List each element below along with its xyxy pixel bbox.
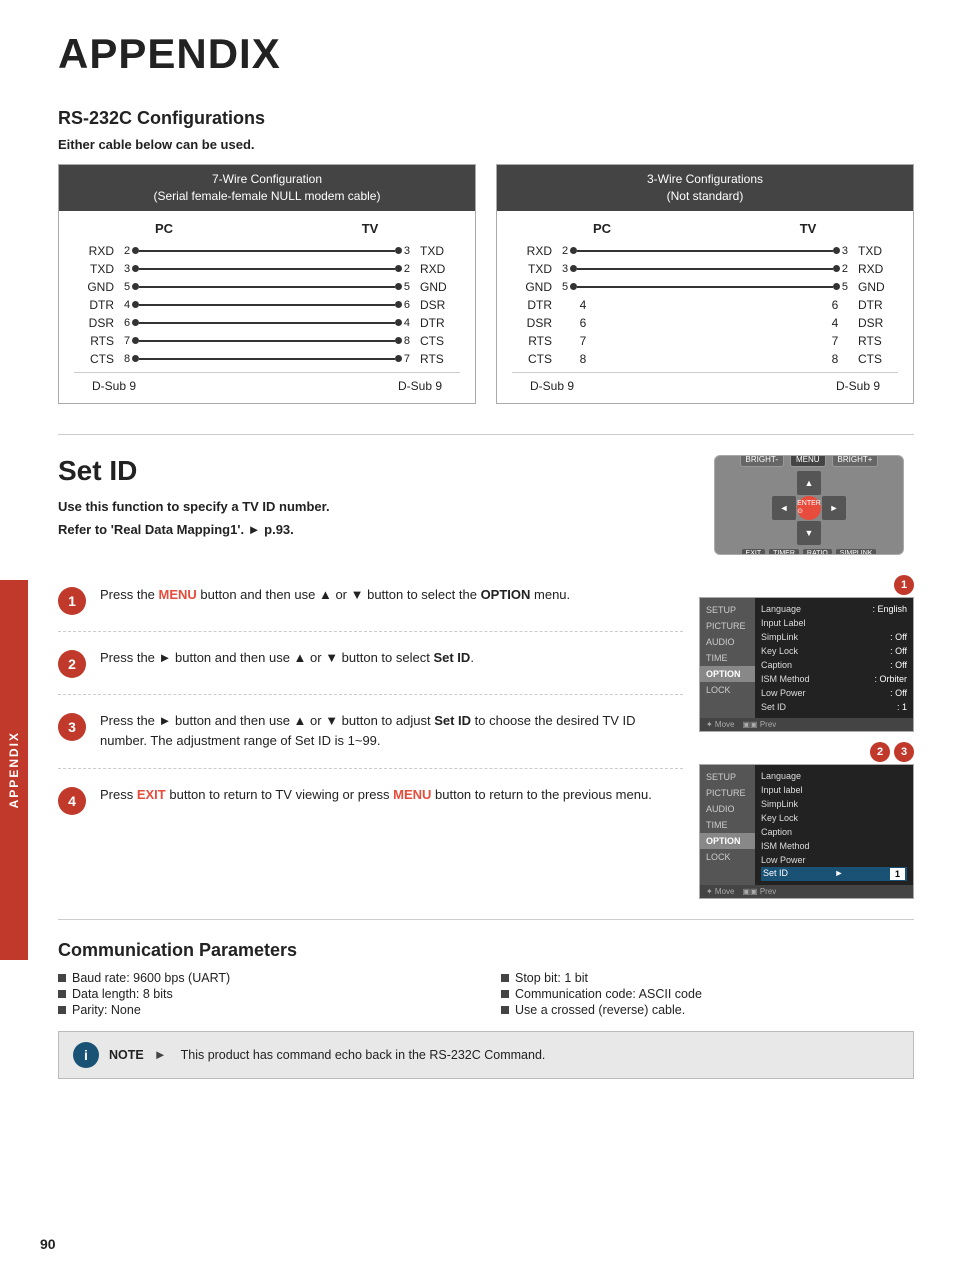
step-1-number: 1 [58, 587, 86, 615]
wire-row: RTS 7 8 CTS [74, 334, 460, 348]
wire-row: RTS 7 7 RTS [512, 334, 898, 348]
wire-row: DTR 4 6 DSR [74, 298, 460, 312]
steps-list: 1 Press the MENU button and then use ▲ o… [58, 585, 683, 899]
wire-row: TXD 3 2 RXD [74, 262, 460, 276]
page-number: 90 [40, 1236, 56, 1252]
setid-title: Set ID [58, 455, 694, 487]
wire-row: RXD 2 3 TXD [512, 244, 898, 258]
step-4-text: Press EXIT button to return to TV viewin… [100, 785, 683, 806]
rs232c-heading: RS-232C Configurations [58, 108, 914, 129]
step-2-number: 2 [58, 650, 86, 678]
wire-row: DSR 6 4 DTR [74, 316, 460, 330]
comm-param-item: Baud rate: 9600 bps (UART) [58, 971, 471, 985]
wire-row: CTS 8 7 RTS [74, 352, 460, 366]
section-divider [58, 434, 914, 435]
sidebar-label: APPENDIX [0, 580, 28, 960]
step-1-text: Press the MENU button and then use ▲ or … [100, 585, 683, 606]
wire-config-7: 7-Wire Configuration (Serial female-fema… [58, 164, 476, 404]
bullet-icon [501, 974, 509, 982]
menu-screenshot-2: 2 3 SETUP PICTURE AUDIO TIME OPTION LOCK [699, 742, 914, 899]
wire-row: GND 5 5 GND [512, 280, 898, 294]
nav-cross: ▲ ◄ ENTER⊙ ► ▼ [772, 471, 846, 545]
bullet-icon [501, 990, 509, 998]
wire-row: GND 5 5 GND [74, 280, 460, 294]
setid-section: Set ID Use this function to specify a TV… [58, 455, 914, 555]
menu-screenshot-1: 1 SETUP PICTURE AUDIO TIME OPTION LOCK L… [699, 575, 914, 732]
note-arrow: ► [154, 1047, 167, 1062]
bullet-icon [58, 1006, 66, 1014]
comm-params-title: Communication Parameters [58, 940, 914, 961]
bullet-icon [58, 990, 66, 998]
comm-param-item: Data length: 8 bits [58, 987, 471, 1001]
screenshots-panel: 1 SETUP PICTURE AUDIO TIME OPTION LOCK L… [699, 575, 914, 899]
comm-param-item: Communication code: ASCII code [501, 987, 914, 1001]
wire-config-3: 3-Wire Configurations (Not standard) PC … [496, 164, 914, 404]
note-label: NOTE [109, 1048, 144, 1062]
step-4: 4 Press EXIT button to return to TV view… [58, 785, 683, 831]
wire-row: RXD 2 3 TXD [74, 244, 460, 258]
comm-param-item: Parity: None [58, 1003, 471, 1017]
wire-config-3-header: 3-Wire Configurations (Not standard) [497, 165, 913, 211]
remote-control-image: BRIGHT- MENU BRIGHT+ ▲ ◄ ENTER⊙ ► ▼ [714, 455, 904, 555]
wire-row: TXD 3 2 RXD [512, 262, 898, 276]
page-title: APPENDIX [58, 30, 914, 78]
comm-params-grid: Baud rate: 9600 bps (UART) Stop bit: 1 b… [58, 971, 914, 1017]
setid-desc1: Use this function to specify a TV ID num… [58, 497, 694, 517]
comm-param-item: Use a crossed (reverse) cable. [501, 1003, 914, 1017]
wire-row: DSR 6 4 DSR [512, 316, 898, 330]
comm-param-item: Stop bit: 1 bit [501, 971, 914, 985]
step-4-number: 4 [58, 787, 86, 815]
bullet-icon [501, 1006, 509, 1014]
step-3-number: 3 [58, 713, 86, 741]
note-text: This product has command echo back in th… [181, 1048, 546, 1062]
step-2: 2 Press the ► button and then use ▲ or ▼… [58, 648, 683, 695]
step-3: 3 Press the ► button and then use ▲ or ▼… [58, 711, 683, 770]
step-1: 1 Press the MENU button and then use ▲ o… [58, 585, 683, 632]
comm-params-section: Communication Parameters Baud rate: 9600… [58, 940, 914, 1079]
note-box: i NOTE ► This product has command echo b… [58, 1031, 914, 1079]
section-divider-2 [58, 919, 914, 920]
wire-row: CTS 8 8 CTS [512, 352, 898, 366]
setid-desc2: Refer to 'Real Data Mapping1'. ► p.93. [58, 520, 694, 540]
rs232c-subheading: Either cable below can be used. [58, 137, 914, 152]
note-icon: i [73, 1042, 99, 1068]
step-3-text: Press the ► button and then use ▲ or ▼ b… [100, 711, 683, 753]
steps-and-screenshots: 1 Press the MENU button and then use ▲ o… [58, 575, 914, 899]
bullet-icon [58, 974, 66, 982]
wire-row: DTR 4 6 DTR [512, 298, 898, 312]
step-2-text: Press the ► button and then use ▲ or ▼ b… [100, 648, 683, 669]
wire-configs: 7-Wire Configuration (Serial female-fema… [58, 164, 914, 404]
wire-config-7-header: 7-Wire Configuration (Serial female-fema… [59, 165, 475, 211]
